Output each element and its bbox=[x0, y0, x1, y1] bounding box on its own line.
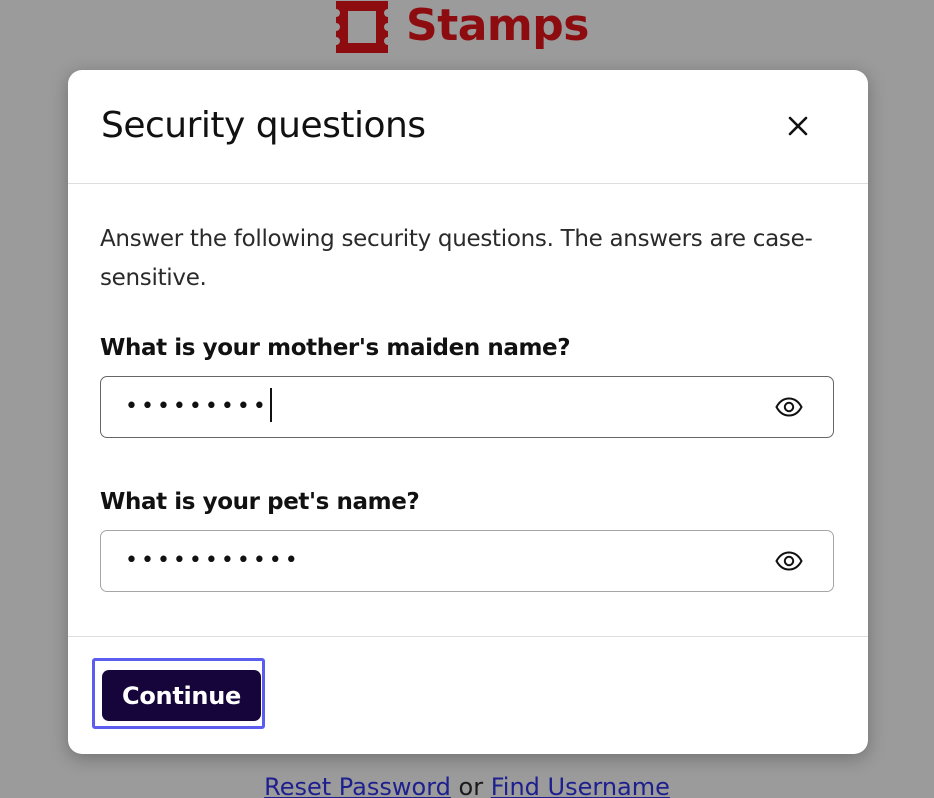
text-caret bbox=[269, 388, 272, 422]
links-separator: or bbox=[458, 773, 484, 798]
eye-icon bbox=[775, 397, 803, 417]
brand-name: Stamps bbox=[406, 0, 589, 51]
show-pet-name-answer-button[interactable] bbox=[773, 547, 805, 575]
continue-button[interactable]: Continue bbox=[102, 670, 261, 721]
dialog-footer: Continue bbox=[68, 636, 868, 754]
stamp-logo-icon bbox=[336, 1, 388, 53]
question-label-pet-name: What is your pet's name? bbox=[100, 489, 420, 515]
account-recovery-links: Reset Password or Find Username bbox=[0, 770, 934, 798]
find-username-link[interactable]: Find Username bbox=[491, 773, 670, 798]
continue-focus-ring: Continue bbox=[92, 658, 265, 729]
maiden-name-answer-field[interactable]: ••••••••• bbox=[100, 376, 834, 438]
reset-password-link[interactable]: Reset Password bbox=[264, 773, 451, 798]
eye-icon bbox=[775, 551, 803, 571]
brand-header: Stamps bbox=[334, 0, 589, 54]
close-icon bbox=[788, 116, 808, 136]
pet-name-answer-input[interactable]: ••••••••••• bbox=[125, 531, 301, 591]
dialog-title: Security questions bbox=[101, 105, 426, 146]
maiden-name-answer-input[interactable]: ••••••••• bbox=[125, 377, 272, 437]
dialog-body: Answer the following security questions.… bbox=[100, 220, 836, 592]
close-button[interactable] bbox=[778, 106, 818, 146]
dialog-intro-text: Answer the following security questions.… bbox=[100, 226, 813, 291]
pet-name-answer-field[interactable]: ••••••••••• bbox=[100, 530, 834, 592]
dialog-header: Security questions bbox=[68, 70, 868, 184]
security-questions-dialog: Security questions Answer the following … bbox=[68, 70, 868, 754]
show-maiden-name-answer-button[interactable] bbox=[773, 393, 805, 421]
question-label-maiden-name: What is your mother's maiden name? bbox=[100, 335, 571, 361]
